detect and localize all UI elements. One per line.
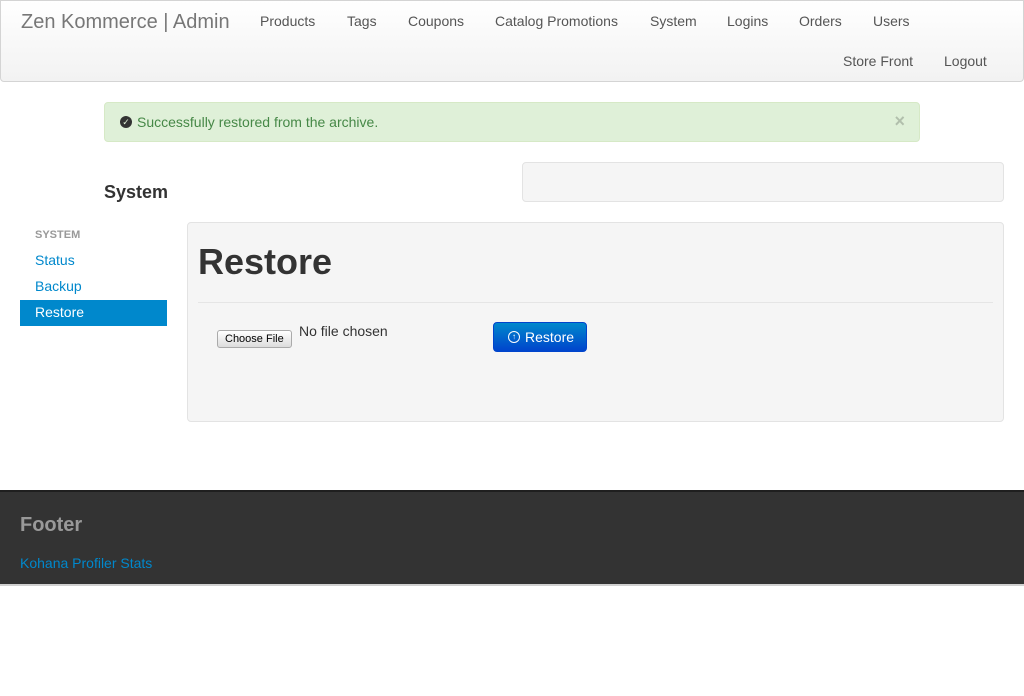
nav-products[interactable]: Products <box>260 13 315 29</box>
sidebar-item-label: Status <box>35 252 75 268</box>
nav-store-front[interactable]: Store Front <box>843 53 913 69</box>
sidebar-header: SYSTEM <box>35 229 81 241</box>
sidebar-item-restore[interactable]: Restore <box>20 300 167 326</box>
profiler-stats-link[interactable]: Kohana Profiler Stats <box>20 555 152 571</box>
upload-circle-icon: ↑ <box>508 331 520 343</box>
sidebar-item-label: Backup <box>35 278 82 294</box>
choose-file-button[interactable]: Choose File <box>217 330 292 348</box>
nav-orders[interactable]: Orders <box>799 13 842 29</box>
nav-tags[interactable]: Tags <box>347 13 377 29</box>
alert-message: Successfully restored from the archive. <box>137 114 379 130</box>
footer-title: Footer <box>20 514 83 536</box>
close-icon[interactable]: × <box>894 112 905 130</box>
nav-logout[interactable]: Logout <box>944 53 987 69</box>
restore-button-label: Restore <box>525 329 575 345</box>
nav-users[interactable]: Users <box>873 13 910 29</box>
top-navbar: Zen Kommerce | Admin Products Tags Coupo… <box>0 0 1024 82</box>
file-status-text: No file chosen <box>299 323 388 339</box>
footer: Footer Kohana Profiler Stats <box>0 490 1024 586</box>
nav-logins[interactable]: Logins <box>727 13 768 29</box>
nav-coupons[interactable]: Coupons <box>408 13 464 29</box>
divider <box>198 302 993 303</box>
success-alert: ✓ Successfully restored from the archive… <box>104 102 920 142</box>
brand-link[interactable]: Zen Kommerce | Admin <box>21 11 230 34</box>
sidebar-item-label: Restore <box>35 304 85 320</box>
top-right-well <box>522 162 1004 202</box>
section-title: System <box>104 182 169 202</box>
nav-catalog-promotions[interactable]: Catalog Promotions <box>495 13 618 29</box>
sidebar-item-backup[interactable]: Backup <box>20 274 167 300</box>
restore-panel: Restore Choose File No file chosen ↑ Res… <box>187 222 1004 422</box>
check-circle-icon: ✓ <box>120 116 132 128</box>
restore-button[interactable]: ↑ Restore <box>493 322 587 352</box>
page-title: Restore <box>198 241 333 282</box>
nav-system[interactable]: System <box>650 13 697 29</box>
sidebar-item-status[interactable]: Status <box>20 248 167 274</box>
